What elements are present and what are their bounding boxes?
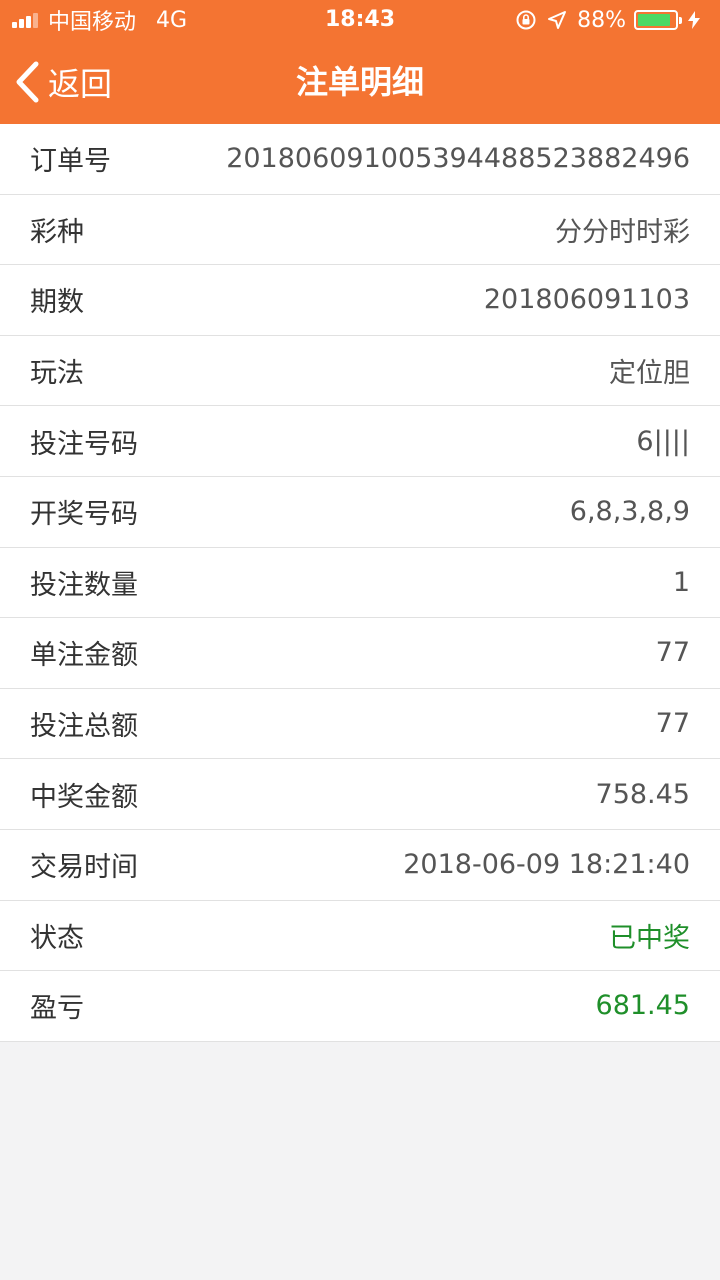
detail-row: 交易时间 2018-06-09 18:21:40 [0, 830, 720, 901]
carrier-name: 中国移动 [48, 10, 137, 35]
detail-value: 定位胆 [609, 358, 690, 390]
detail-label: 投注号码 [30, 428, 138, 460]
network-type: 4G [156, 7, 188, 33]
status-right: 88% [515, 0, 710, 40]
detail-label: 玩法 [30, 358, 84, 390]
battery-icon [634, 10, 682, 30]
location-arrow-icon [548, 11, 567, 29]
detail-row: 期数 201806091103 [0, 265, 720, 336]
detail-label: 单注金额 [30, 640, 138, 672]
detail-label: 期数 [30, 287, 84, 319]
detail-row: 状态 已中奖 [0, 901, 720, 972]
back-label: 返回 [48, 65, 113, 103]
navigation-bar: 返回 注单明细 [0, 40, 720, 124]
detail-label: 投注总额 [30, 711, 138, 743]
detail-value: 681.45 [595, 990, 690, 1022]
detail-row: 投注数量 1 [0, 548, 720, 619]
detail-label: 投注数量 [30, 569, 138, 601]
detail-label: 彩种 [30, 216, 84, 248]
detail-row: 单注金额 77 [0, 618, 720, 689]
detail-value: 已中奖 [609, 922, 690, 954]
detail-row: 中奖金额 758.45 [0, 759, 720, 830]
detail-value: 201806091103 [483, 284, 690, 316]
status-bar: 中国移动 4G 18:43 88% [0, 0, 720, 40]
signal-icon [12, 12, 40, 28]
detail-value: 77 [655, 708, 690, 740]
detail-row: 彩种 分分时时彩 [0, 195, 720, 266]
detail-value: 分分时时彩 [555, 216, 690, 248]
detail-label: 中奖金额 [30, 781, 138, 813]
detail-label: 订单号 [30, 146, 111, 178]
detail-label: 开奖号码 [30, 499, 138, 531]
detail-row: 盈亏 681.45 [0, 971, 720, 1042]
detail-label: 盈亏 [30, 993, 84, 1025]
charging-bolt-icon [688, 11, 700, 29]
detail-row: 玩法 定位胆 [0, 336, 720, 407]
detail-value: 1 [672, 566, 690, 598]
detail-value: 6|||| [636, 425, 690, 457]
detail-row: 订单号 201806091005394488523882496 [0, 124, 720, 195]
detail-value: 758.45 [595, 778, 690, 810]
detail-row: 投注号码 6|||| [0, 406, 720, 477]
orientation-lock-icon [516, 10, 536, 30]
detail-row: 投注总额 77 [0, 689, 720, 760]
detail-value: 201806091005394488523882496 [226, 143, 690, 175]
back-button[interactable]: 返回 [14, 40, 112, 124]
detail-value: 6,8,3,8,9 [569, 496, 690, 528]
detail-label: 状态 [30, 922, 84, 954]
detail-value: 77 [655, 637, 690, 669]
detail-value: 2018-06-09 18:21:40 [403, 849, 690, 881]
detail-label: 交易时间 [30, 852, 138, 884]
battery-fill [638, 14, 670, 26]
detail-row: 开奖号码 6,8,3,8,9 [0, 477, 720, 548]
chevron-left-icon [16, 61, 39, 103]
bet-detail-list: 订单号 201806091005394488523882496 彩种 分分时时彩期数 2… [0, 124, 720, 1042]
battery-percent: 88% [577, 7, 626, 33]
status-left: 中国移动 4G [12, 0, 187, 40]
